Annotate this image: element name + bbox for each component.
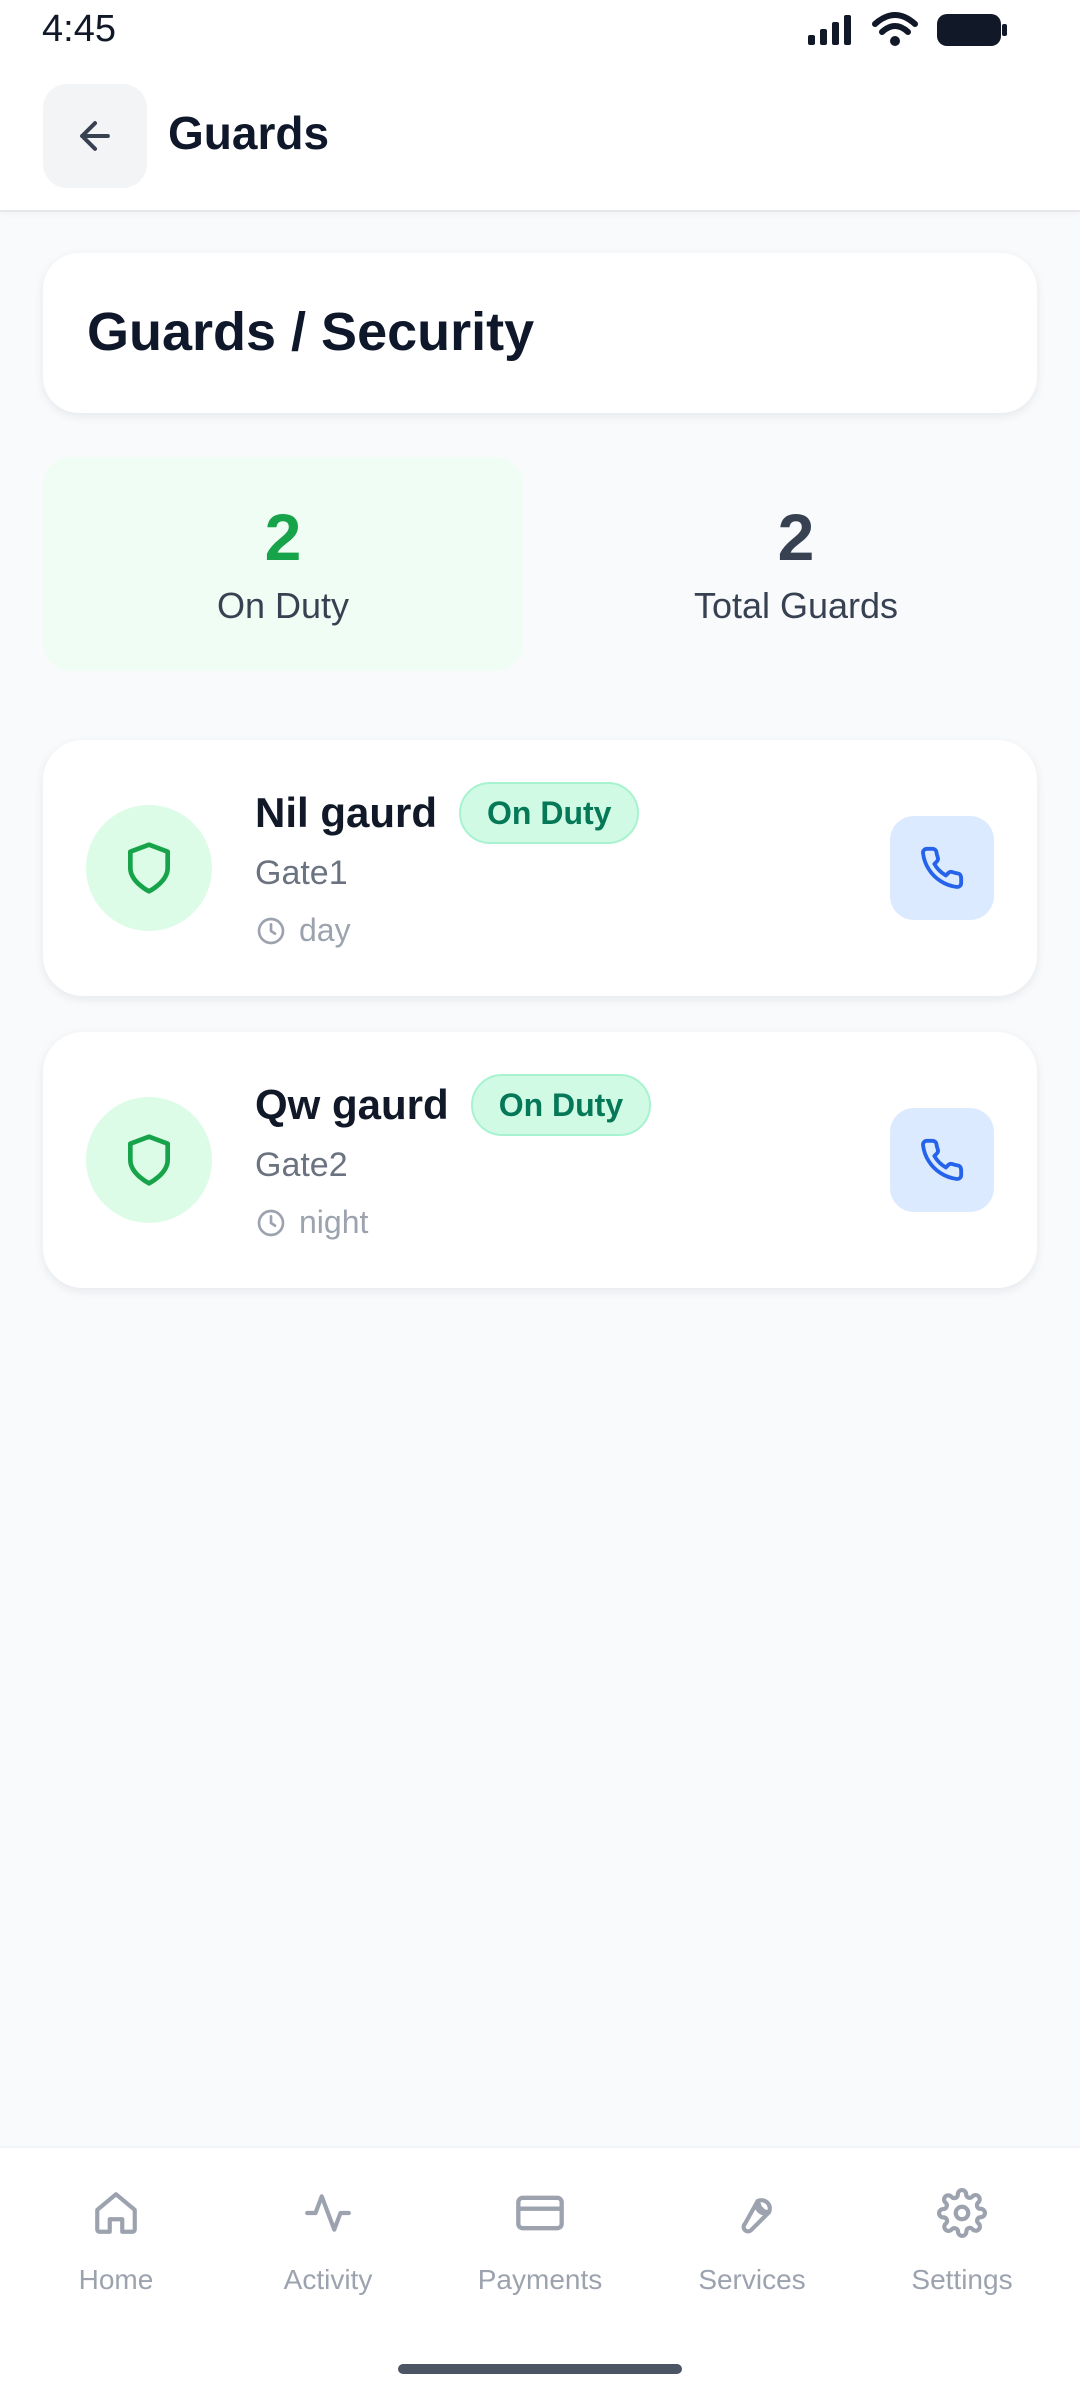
guard-card[interactable]: Qw gaurd On Duty Gate2 night (43, 1032, 1037, 1288)
system-icons (806, 12, 1008, 48)
card-icon (516, 2195, 564, 2231)
signal-icon (808, 15, 851, 45)
shield-icon (128, 1134, 171, 1186)
home-indicator[interactable] (398, 2364, 682, 2374)
phone-icon (921, 846, 964, 889)
guard-card[interactable]: Nil gaurd On Duty Gate1 day (43, 740, 1037, 996)
guard-name: Nil gaurd (255, 789, 438, 836)
header-title: Guards (168, 107, 330, 159)
nav-item-activity[interactable]: Activity (238, 2178, 418, 2318)
stat-total-guards-value: 2 (777, 500, 815, 574)
nav-item-home[interactable]: Home (26, 2178, 206, 2318)
call-button[interactable] (890, 1108, 994, 1212)
home-icon (95, 2192, 137, 2234)
guard-shift: day (299, 912, 351, 948)
nav-label-services: Services (698, 2264, 806, 2295)
wifi-icon (872, 12, 918, 46)
arrow-left-icon (80, 121, 110, 151)
nav-item-services[interactable]: Services (662, 2178, 842, 2318)
nav-item-settings[interactable]: Settings (872, 2178, 1052, 2318)
stat-on-duty-label: On Duty (216, 585, 350, 626)
gear-icon (937, 2188, 987, 2238)
nav-label-home: Home (78, 2264, 154, 2295)
page-title-card: Guards / Security (43, 253, 1037, 413)
shield-icon (128, 842, 171, 894)
nav-label-settings: Settings (911, 2264, 1013, 2295)
page-title: Guards / Security (87, 302, 535, 362)
clock-icon (257, 917, 285, 944)
status-badge: On Duty (470, 1074, 652, 1136)
guard-shift-row: day (255, 912, 351, 949)
guard-name-row: Qw gaurd On Duty (255, 1074, 652, 1136)
guard-gate: Gate1 (255, 854, 348, 892)
guard-avatar (86, 805, 212, 931)
stat-total-guards[interactable]: 2 Total Guards (556, 457, 1036, 671)
wrench-icon (741, 2198, 772, 2234)
phone-icon (921, 1138, 964, 1181)
nav-label-payments: Payments (477, 2264, 603, 2295)
status-time: 4:45 (42, 8, 116, 50)
stat-on-duty-value: 2 (264, 500, 302, 574)
status-badge: On Duty (459, 782, 640, 844)
stat-on-duty[interactable]: 2 On Duty (43, 457, 523, 671)
back-button[interactable] (43, 84, 147, 188)
status-bar: 4:45 (0, 0, 1080, 62)
guard-name-row: Nil gaurd On Duty (255, 782, 640, 844)
nav-item-payments[interactable]: Payments (450, 2178, 630, 2318)
guard-shift-row: night (255, 1204, 368, 1241)
nav-label-activity: Activity (283, 2264, 373, 2295)
clock-icon (257, 1209, 285, 1236)
guard-avatar (86, 1097, 212, 1223)
call-button[interactable] (890, 816, 994, 920)
guard-gate: Gate2 (255, 1146, 348, 1184)
app-header: Guards (0, 62, 1080, 212)
activity-icon (305, 2194, 351, 2232)
battery-icon (937, 14, 1007, 46)
guard-name: Qw gaurd (255, 1081, 449, 1128)
stat-total-guards-label: Total Guards (693, 585, 899, 626)
guard-shift: night (299, 1204, 369, 1240)
